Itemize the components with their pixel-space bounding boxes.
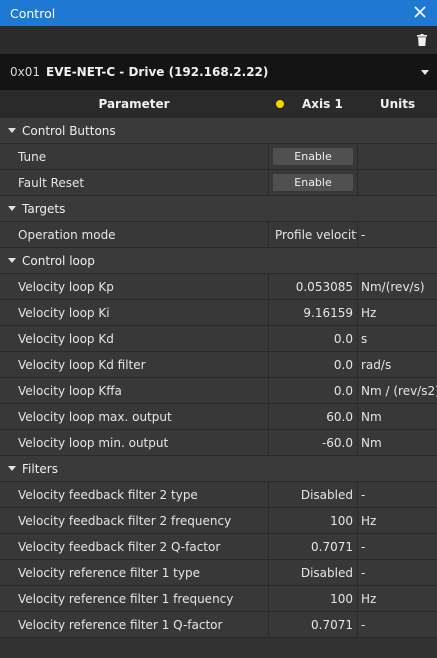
parameter-name: Tune	[18, 150, 47, 164]
parameter-name: Fault Reset	[18, 176, 85, 190]
expand-triangle-icon[interactable]	[8, 258, 16, 263]
parameter-value[interactable]: 0.0	[268, 326, 358, 352]
parameter-units: -	[361, 618, 366, 632]
section-title: Targets	[22, 202, 66, 216]
device-name: EVE-NET-C - Drive (192.168.2.22)	[46, 65, 269, 79]
parameter-name: Velocity reference filter 1 frequency	[18, 592, 234, 606]
parameter-name: Operation mode	[18, 228, 116, 242]
parameter-units: Nm	[361, 410, 382, 424]
table-row: Velocity feedback filter 2 Q-factor 0.707…	[0, 534, 437, 560]
value-cell: Enable	[268, 170, 358, 196]
parameter-units: -	[361, 540, 366, 554]
parameter-name: Velocity loop Kp	[18, 280, 114, 294]
parameter-units: Nm	[361, 436, 382, 450]
parameter-name: Velocity feedback filter 2 Q-factor	[18, 540, 221, 554]
device-address: 0x01	[10, 65, 41, 79]
parameter-value[interactable]: 0.053085	[268, 274, 358, 300]
parameter-units: Hz	[361, 306, 377, 320]
window-titlebar: Control	[0, 0, 437, 26]
table-row: Tune Enable	[0, 144, 437, 170]
section-header[interactable]: Control loop	[0, 248, 437, 274]
parameter-name: Velocity loop max. output	[18, 410, 172, 424]
table-row: Velocity loop Kp 0.053085 Nm/(rev/s)	[0, 274, 437, 300]
parameter-name: Velocity loop min. output	[18, 436, 169, 450]
units-column-header: Units	[379, 97, 416, 111]
enable-button[interactable]: Enable	[273, 148, 353, 165]
parameter-name: Velocity loop Kffa	[18, 384, 122, 398]
parameter-units	[358, 170, 437, 196]
parameter-units: s	[361, 332, 368, 346]
parameter-value[interactable]: 100	[268, 586, 358, 612]
expand-triangle-icon[interactable]	[8, 466, 16, 471]
table-row: Velocity reference filter 1 frequency 100…	[0, 586, 437, 612]
expand-triangle-icon[interactable]	[8, 128, 16, 133]
chevron-down-icon[interactable]	[421, 70, 429, 75]
table-row: Velocity loop Kd 0.0 s	[0, 326, 437, 352]
device-selector[interactable]: 0x01 EVE-NET-C - Drive (192.168.2.22)	[0, 54, 437, 90]
section-header[interactable]: Filters	[0, 456, 437, 482]
parameter-units: -	[361, 566, 366, 580]
section-title: Control Buttons	[22, 124, 116, 138]
parameter-value[interactable]: 60.0	[268, 404, 358, 430]
parameter-value[interactable]: 100	[268, 508, 358, 534]
parameter-units: Hz	[361, 514, 377, 528]
table-row: Velocity feedback filter 2 type Disabled -	[0, 482, 437, 508]
parameter-name: Velocity feedback filter 2 type	[18, 488, 198, 502]
parameter-value[interactable]: 0.7071	[268, 612, 358, 638]
table-row: Velocity reference filter 1 type Disabled…	[0, 560, 437, 586]
parameter-units: Nm/(rev/s)	[361, 280, 425, 294]
parameter-name: Velocity reference filter 1 Q-factor	[18, 618, 223, 632]
parameter-name: Velocity loop Ki	[18, 306, 110, 320]
parameter-name: Velocity loop Kd	[18, 332, 114, 346]
parameter-name: Velocity reference filter 1 type	[18, 566, 200, 580]
parameter-value[interactable]: -60.0	[268, 430, 358, 456]
parameter-value[interactable]: 0.7071	[268, 534, 358, 560]
table-row: Velocity loop max. output 60.0 Nm	[0, 404, 437, 430]
table-row: Velocity loop Kffa 0.0 Nm / (rev/s2)	[0, 378, 437, 404]
parameter-value[interactable]: 0.0	[268, 378, 358, 404]
parameter-units: rad/s	[361, 358, 392, 372]
value-cell: Enable	[268, 144, 358, 170]
table-row: Operation mode Profile velocity -	[0, 222, 437, 248]
enable-button[interactable]: Enable	[273, 174, 353, 191]
axis-status-dot-icon	[276, 100, 284, 108]
parameter-value[interactable]: 9.16159	[268, 300, 358, 326]
table-row: Velocity loop Kd filter 0.0 rad/s	[0, 352, 437, 378]
parameter-value[interactable]: Disabled	[268, 560, 358, 586]
parameter-column-header: Parameter	[98, 97, 170, 111]
parameter-value[interactable]: 0.0	[268, 352, 358, 378]
parameter-value[interactable]: Disabled	[268, 482, 358, 508]
toolbar	[0, 26, 437, 54]
parameter-value[interactable]: Profile velocity	[268, 222, 358, 248]
table-row: Velocity feedback filter 2 frequency 100 H…	[0, 508, 437, 534]
axis-column-header: Axis 1	[268, 90, 358, 118]
parameter-table: Control Buttons Tune Enable Fault Reset Enab…	[0, 118, 437, 638]
section-title: Control loop	[22, 254, 95, 268]
trash-icon[interactable]	[417, 34, 427, 46]
parameter-units: Nm / (rev/s2)	[361, 384, 437, 398]
section-title: Filters	[22, 462, 58, 476]
table-row: Velocity loop min. output -60.0 Nm	[0, 430, 437, 456]
axis-label: Axis 1	[302, 97, 343, 111]
parameter-units: -	[361, 488, 366, 502]
column-header: Parameter Axis 1 Units	[0, 90, 437, 118]
parameter-name: Velocity loop Kd filter	[18, 358, 146, 372]
window-title: Control	[10, 5, 56, 21]
parameter-units	[358, 144, 437, 170]
expand-triangle-icon[interactable]	[8, 206, 16, 211]
table-row: Velocity reference filter 1 Q-factor 0.70…	[0, 612, 437, 638]
parameter-name: Velocity feedback filter 2 frequency	[18, 514, 232, 528]
section-header[interactable]: Targets	[0, 196, 437, 222]
table-row: Fault Reset Enable	[0, 170, 437, 196]
table-row: Velocity loop Ki 9.16159 Hz	[0, 300, 437, 326]
parameter-units: Hz	[361, 592, 377, 606]
parameter-units: -	[361, 228, 366, 242]
close-icon[interactable]	[412, 4, 428, 20]
section-header[interactable]: Control Buttons	[0, 118, 437, 144]
